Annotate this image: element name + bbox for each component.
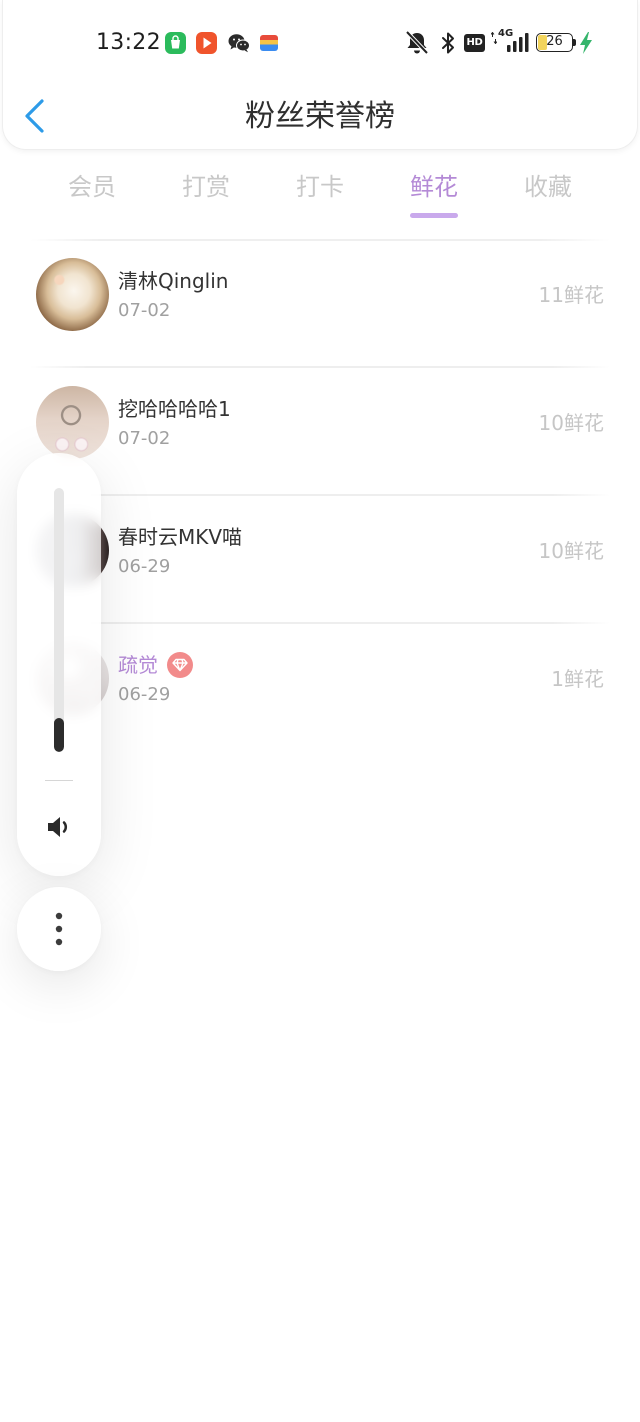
user-name: 清林Qinglin (118, 268, 228, 294)
divider (45, 780, 73, 781)
flower-count: 11鲜花 (538, 283, 604, 307)
tab-label: 鲜花 (410, 173, 458, 201)
volume-panel (17, 453, 101, 876)
tab-members[interactable]: 会员 (35, 170, 149, 220)
user-name-text: 清林Qinglin (118, 269, 229, 293)
flower-count: 10鲜花 (538, 539, 604, 563)
tab-checkin[interactable]: 打卡 (263, 170, 377, 220)
battery-icon: 26 (536, 33, 573, 52)
battery-nub (573, 39, 576, 46)
status-time: 13:22 (96, 30, 161, 55)
vip-badge (167, 652, 193, 678)
data-arrows-icon (490, 29, 498, 45)
tab-underline (410, 213, 458, 218)
wechat-icon (228, 33, 250, 53)
bluetooth-icon (440, 31, 456, 55)
flower-count: 10鲜花 (538, 411, 604, 435)
hd-icon: HD (464, 34, 485, 52)
tab-flowers[interactable]: 鲜花 (377, 170, 491, 220)
more-vertical-icon (55, 912, 63, 946)
list-item[interactable]: 清林Qinglin 07-02 11鲜花 (0, 240, 640, 368)
speaker-icon[interactable] (45, 813, 73, 841)
date-text: 06-29 (118, 684, 171, 705)
tab-favorites[interactable]: 收藏 (491, 170, 605, 220)
more-button[interactable] (17, 887, 101, 971)
date-text: 07-02 (118, 428, 171, 449)
user-name: 疏觉 (118, 652, 193, 678)
page-title: 粉丝荣誉榜 (245, 99, 395, 134)
wallet-icon (260, 35, 278, 51)
video-play-icon (196, 32, 217, 54)
avatar[interactable] (36, 386, 109, 459)
user-name: 春时云MKV喵 (118, 524, 242, 550)
date-text: 06-29 (118, 556, 171, 577)
charging-bolt-icon (580, 32, 592, 54)
tab-label: 收藏 (524, 173, 572, 201)
flower-count: 1鲜花 (551, 667, 604, 691)
user-name-text: 春时云MKV喵 (118, 525, 243, 549)
avatar[interactable] (36, 258, 109, 331)
battery-level: 26 (546, 34, 563, 49)
volume-level-fill (54, 717, 64, 752)
diamond-icon (172, 658, 188, 672)
tab-label: 会员 (68, 173, 116, 201)
bell-off-icon (403, 30, 431, 56)
user-name-text: 疏觉 (118, 653, 158, 677)
user-name: 挖哈哈哈哈1 (118, 396, 231, 422)
date-text: 07-02 (118, 300, 171, 321)
volume-slider[interactable] (54, 488, 64, 752)
tab-label: 打赏 (182, 173, 230, 201)
signal-bars-icon (505, 33, 529, 52)
tab-rewards[interactable]: 打赏 (149, 170, 263, 220)
tab-bar: 会员 打赏 打卡 鲜花 收藏 (35, 170, 605, 220)
user-name-text: 挖哈哈哈哈1 (118, 397, 231, 421)
tab-label: 打卡 (296, 173, 344, 201)
app-store-icon (165, 32, 186, 54)
